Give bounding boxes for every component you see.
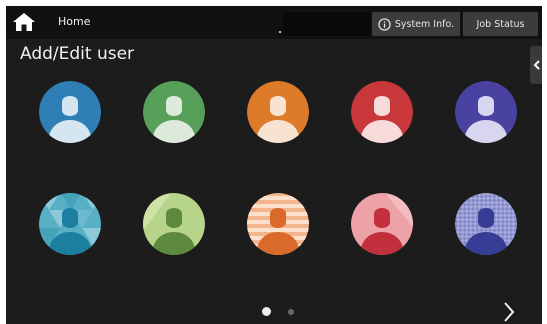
status-indicator [279,31,281,33]
home-label[interactable]: Home [58,15,90,28]
user-avatar-icon[interactable] [350,192,414,256]
user-avatar-icon[interactable] [38,80,102,144]
job-status-label: Job Status [476,18,525,30]
page-dot[interactable] [288,309,294,315]
home-icon[interactable] [12,12,36,32]
page-title: Add/Edit user [20,44,135,64]
chevron-right-icon[interactable] [501,300,517,324]
system-info-button[interactable]: System Info. [372,12,460,36]
user-avatar-icon[interactable] [454,80,518,144]
touch-screen: Home System Info. Job Status Add/Edit us… [6,6,542,324]
top-bar: Home System Info. Job Status [6,6,542,39]
user-avatar-icon[interactable] [246,192,310,256]
user-avatar-icon[interactable] [350,80,414,144]
job-status-button[interactable]: Job Status [463,12,538,36]
user-avatar-icon[interactable] [246,80,310,144]
side-panel-tab[interactable] [530,46,542,84]
user-avatar-icon[interactable] [38,192,102,256]
user-avatar-icon[interactable] [142,80,206,144]
user-avatar-icon[interactable] [142,192,206,256]
system-info-label: System Info. [394,18,455,30]
info-icon [378,17,391,31]
status-area [283,12,371,36]
page-dot-active[interactable] [262,307,271,316]
chevron-left-icon [533,60,540,70]
user-avatar-icon[interactable] [454,192,518,256]
